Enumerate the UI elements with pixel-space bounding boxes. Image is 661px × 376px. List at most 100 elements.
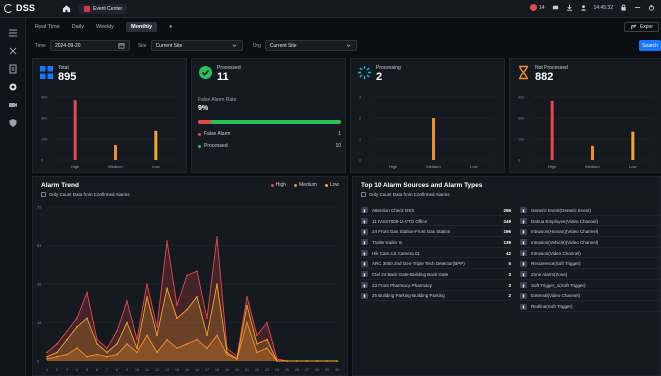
lock-icon[interactable] [620,4,627,11]
point-low[interactable] [206,334,208,337]
point-low[interactable] [176,317,178,320]
point-low[interactable] [186,308,188,311]
point-high[interactable] [76,317,78,320]
top10-row[interactable]: ▮ Soft Trigger_1(Soft Trigger) [520,280,661,291]
point-low[interactable] [296,360,298,362]
top10-row[interactable]: ▮ Intrusion(Human)(Video Channel) 24 [520,226,661,238]
top10-row[interactable]: ▮ Intrusion(Vehicle)(Video Channel) 4 [520,237,661,248]
point-high[interactable] [216,236,218,238]
point-low[interactable] [126,321,128,324]
tab-daily[interactable]: Daily [72,24,84,30]
point-low[interactable] [286,360,288,362]
point-high[interactable] [46,351,48,354]
point-low[interactable] [336,360,338,362]
point-high[interactable] [166,240,168,243]
point-high[interactable] [146,283,148,285]
point-high[interactable] [266,321,268,324]
top10-row[interactable]: ▮ Hik Cam CZ Camera 01 42 [361,248,511,259]
point-high[interactable] [196,270,198,272]
point-low[interactable] [136,347,138,349]
tab-real-time[interactable]: Real Time [35,24,60,30]
home-icon[interactable] [62,4,71,13]
point-low[interactable] [276,360,278,362]
logo[interactable]: DSS [4,3,35,13]
legend-low[interactable]: Low [324,182,339,188]
top10-confirmed-checkbox[interactable]: Only Count Data from Confirmed Alarms [361,192,450,197]
point-high[interactable] [186,274,188,277]
point-high[interactable] [56,343,58,345]
point-low[interactable] [196,296,198,298]
point-low[interactable] [156,334,158,337]
point-low[interactable] [236,358,238,360]
top10-row[interactable]: ▮ Intrusion(Video Channel) 4 [520,248,661,259]
top10-row[interactable]: ▮ Attention Check DSS 266 [361,205,511,216]
top10-row[interactable]: ▮ Generic Event(Generic Event) 26 [520,205,661,216]
event-nav-icon[interactable] [8,82,18,92]
point-low[interactable] [146,296,148,298]
top10-row[interactable]: ▮ 25 Building Parking-Building Parking 2 [361,291,511,302]
point-high[interactable] [256,334,258,337]
point-low[interactable] [256,343,258,345]
point-high[interactable] [126,300,128,302]
point-low[interactable] [326,360,328,362]
top10-row[interactable]: ▮ 24 Front Gas Station-Front Gas Station 1… [361,226,511,238]
menu-icon[interactable] [8,28,18,38]
shield-icon[interactable] [8,118,18,128]
message-icon[interactable] [552,4,559,11]
point-low[interactable] [56,351,58,354]
top10-row[interactable]: ▮ Recurrence(Soft Trigger) 2 [520,258,661,270]
legend-medium[interactable]: Medium [294,182,317,188]
legend-high[interactable]: High [270,182,286,188]
point-low[interactable] [266,338,268,341]
top10-row[interactable]: ▮ External(Video Channel) [520,291,661,302]
point-low[interactable] [46,355,48,358]
top10-row[interactable]: ▮ Dahua Employee(Video Channel) 24 [520,216,661,227]
menu-dash-icon[interactable] [634,4,641,11]
point-low[interactable] [226,351,228,354]
top10-row[interactable]: ▮ ARC 3000 2nd Gen-Triple Tech Detector(B… [361,258,511,270]
point-high[interactable] [66,330,68,332]
point-high[interactable] [206,317,208,320]
point-low[interactable] [66,338,68,341]
user-icon[interactable] [580,4,587,11]
point-low[interactable] [106,351,108,354]
top10-row[interactable]: ▮ Zone Alarm(Zone) [520,269,661,280]
top10-row[interactable]: ▮ Ctel 24 Back Gate-Building Back Gate 3 [361,269,511,280]
download-icon[interactable] [566,4,573,11]
point-high[interactable] [116,330,118,332]
point-low[interactable] [316,360,318,362]
alarm-badge[interactable]: 14 [529,4,545,11]
top10-row[interactable]: ▮ 23 Front Pharmacy-Pharmacy 3 [361,280,511,291]
point-low[interactable] [76,325,78,328]
site-select[interactable]: Current Site [150,40,243,51]
top10-row[interactable]: ▮ 11 IVSS7008-1I-VTO Office 249 [361,216,511,227]
point-low[interactable] [306,360,308,362]
point-high[interactable] [136,338,138,341]
export-button[interactable]: Expor [623,22,659,32]
top10-row[interactable]: ▮ Trailer-trailer In 138 [361,237,511,248]
point-low[interactable] [96,343,98,345]
date-picker[interactable]: 2024-09-20 [49,40,130,51]
point-high[interactable] [246,296,248,298]
point-low[interactable] [246,304,248,307]
point-low[interactable] [216,283,218,285]
power-icon[interactable] [648,4,655,11]
point-high[interactable] [156,325,158,328]
point-high[interactable] [86,291,88,294]
point-low[interactable] [166,287,168,290]
video-icon[interactable] [8,100,18,110]
tab-monthly[interactable]: Monthly [125,22,158,32]
point-high[interactable] [96,338,98,341]
tab-event-center[interactable]: Event Center [79,4,128,14]
org-select[interactable]: Current Site [264,40,357,51]
point-high[interactable] [176,304,178,307]
document-icon[interactable] [8,64,18,74]
point-low[interactable] [86,317,88,320]
confirmed-only-checkbox[interactable]: Only Count Data from Confirmed Alarms [41,192,130,197]
tools-icon[interactable] [8,46,18,56]
top10-row[interactable]: ▮ Redline(Soft Trigger) [520,301,661,312]
point-low[interactable] [116,343,118,345]
search-button[interactable]: Search [639,40,661,51]
point-high[interactable] [106,347,108,349]
settings-dot-icon[interactable]: ● [169,24,172,30]
